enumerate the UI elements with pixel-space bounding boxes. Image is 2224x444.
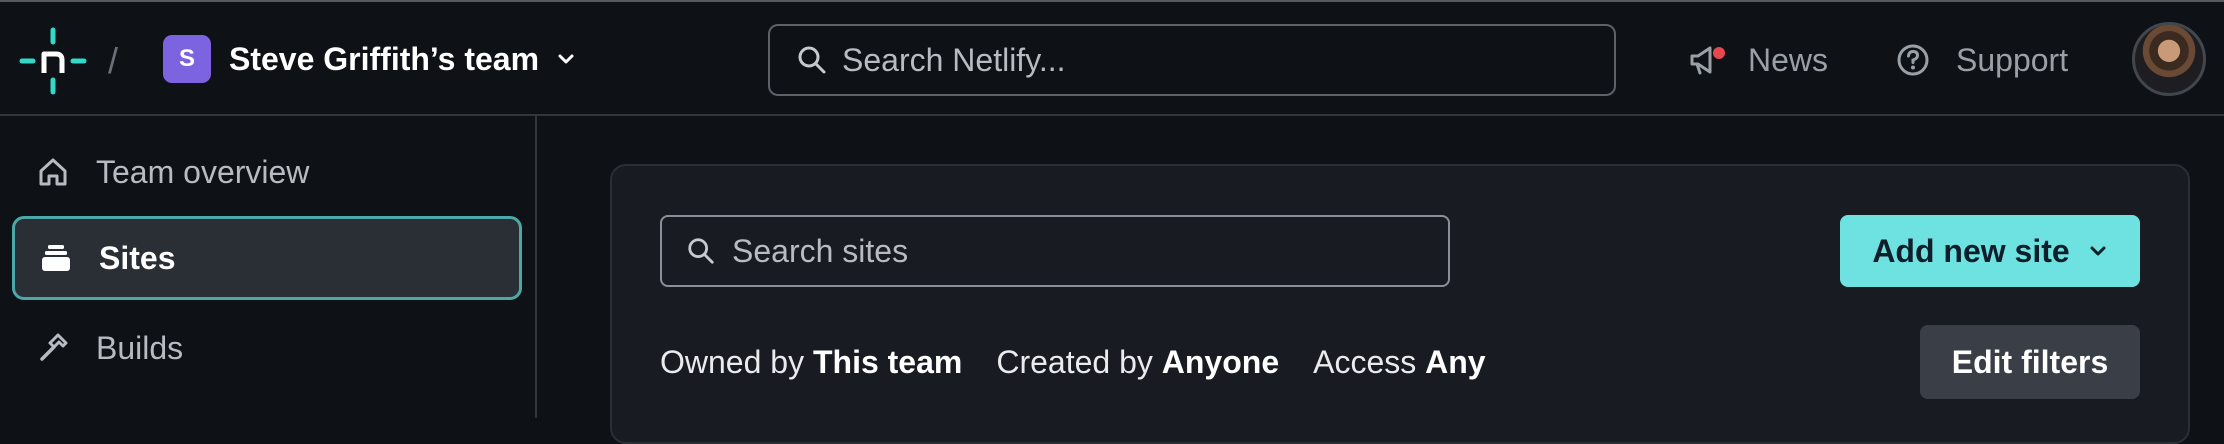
filter-access[interactable]: Access Any <box>1313 344 1485 381</box>
netlify-logo-icon[interactable] <box>18 26 88 96</box>
filter-value: This team <box>812 343 963 380</box>
hammer-icon <box>40 333 68 361</box>
filter-value: Anyone <box>1161 343 1280 380</box>
search-icon <box>798 46 826 74</box>
sidebar: Team overview Sites Builds <box>0 116 537 418</box>
edit-filters-button[interactable]: Edit filters <box>1920 325 2140 399</box>
filter-owned-by[interactable]: Owned by This team <box>660 344 962 381</box>
team-name: Steve Griffith’s team <box>229 40 540 77</box>
help-circle-icon <box>1897 44 1929 76</box>
chevron-down-icon <box>558 54 574 64</box>
site-search-box[interactable] <box>660 215 1450 287</box>
breadcrumb-separator: / <box>108 40 119 81</box>
global-search-input[interactable] <box>842 41 1614 79</box>
team-avatar: S <box>163 35 211 83</box>
news-label: News <box>1748 41 1829 78</box>
filter-label: Created by <box>996 343 1153 380</box>
site-search-input[interactable] <box>732 232 1448 270</box>
sites-stack-icon <box>42 245 70 271</box>
news-link[interactable]: News <box>1686 32 1828 88</box>
support-label: Support <box>1956 41 2069 78</box>
filter-value: Any <box>1425 343 1486 380</box>
home-icon <box>39 158 67 186</box>
add-new-site-button[interactable]: Add new site <box>1840 215 2140 287</box>
sites-panel: Add new site Owned by This team Created … <box>610 164 2190 444</box>
filter-label: Access <box>1313 343 1417 380</box>
team-switcher[interactable]: S Steve Griffith’s team <box>163 33 577 85</box>
global-search-box[interactable] <box>768 24 1616 96</box>
filter-created-by[interactable]: Created by Anyone <box>996 344 1279 381</box>
search-icon <box>688 238 714 264</box>
sidebar-item-label: Sites <box>99 239 176 276</box>
top-header: / S Steve Griffith’s team News Su <box>0 0 2224 116</box>
filter-label: Owned by <box>660 343 805 380</box>
sidebar-item-sites[interactable]: Sites <box>12 216 522 300</box>
sidebar-item-label: Builds <box>96 329 184 366</box>
user-avatar[interactable] <box>2132 22 2206 96</box>
notification-dot <box>1713 47 1725 59</box>
add-new-site-label: Add new site <box>1872 232 2070 269</box>
chevron-down-icon <box>2090 246 2106 256</box>
active-filters: Owned by This team Created by Anyone Acc… <box>660 341 1520 383</box>
sidebar-item-team-overview[interactable]: Team overview <box>12 130 522 214</box>
sidebar-item-label: Team overview <box>96 153 310 190</box>
news-icon-wrap <box>1686 41 1725 79</box>
sidebar-item-builds[interactable]: Builds <box>12 306 522 390</box>
support-link[interactable]: Support <box>1894 32 2068 88</box>
